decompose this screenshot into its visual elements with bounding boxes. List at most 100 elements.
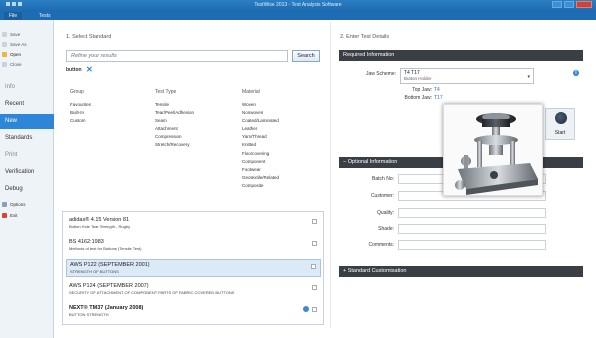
jaw-scheme-subtitle: Button Holder <box>404 76 432 81</box>
sidebar-item-recent[interactable]: Recent <box>0 97 54 112</box>
facet-item[interactable]: Custom <box>70 117 91 125</box>
result-title: NEXT® TM37 (January 2008) <box>69 305 144 311</box>
facet-item[interactable]: Nonwoven <box>242 109 279 117</box>
top-jaw-link[interactable]: T4 <box>434 87 440 93</box>
facet-item[interactable]: Built-In <box>70 109 91 117</box>
sidebar-open[interactable]: Open <box>2 51 21 58</box>
comments-field[interactable] <box>398 240 546 250</box>
window-title: TestWise 2013 - Test Analysis Software <box>254 2 342 8</box>
search-button[interactable]: Search <box>292 50 320 62</box>
quality-field[interactable] <box>398 208 546 218</box>
facet-header-group: Group <box>70 89 84 95</box>
sidebar-save[interactable]: Save <box>2 31 20 38</box>
close-file-icon <box>2 62 7 67</box>
chevron-down-icon: ▾ <box>527 74 530 80</box>
title-bar: TestWise 2013 - Test Analysis Software <box>0 0 596 11</box>
facet-item[interactable]: Footwear <box>242 166 279 174</box>
result-subtitle: Button Hole Tear Strength - Rugby <box>69 224 131 229</box>
sidebar-item-standards[interactable]: Standards <box>0 131 54 146</box>
sidebar-item-info[interactable]: Info <box>0 80 54 95</box>
facet-item[interactable]: Component <box>242 158 279 166</box>
result-item[interactable]: NEXT® TM37 (January 2008) BUTTON STRENGT… <box>66 303 321 319</box>
facet-item[interactable]: Favourites <box>70 101 91 109</box>
result-subtitle: STRENGTH OF BUTTONS <box>70 269 119 274</box>
result-item-selected[interactable]: AWS P122 (SEPTEMBER 2001) STRENGTH OF BU… <box>66 259 321 277</box>
panel-divider <box>330 22 331 327</box>
jaw-scheme-select[interactable]: T4 T17 Button Holder ▾ <box>400 68 534 84</box>
sidebar-close[interactable]: Close <box>2 61 22 68</box>
filter-tag: button <box>66 67 82 73</box>
facet-item[interactable]: Seam <box>155 117 194 125</box>
shade-label: Shade: <box>378 226 394 232</box>
facet-item[interactable]: Floorcovering <box>242 150 279 158</box>
start-icon <box>555 112 567 124</box>
jaw-scheme-label: Jaw Scheme: <box>365 71 396 77</box>
sidebar-save-as[interactable]: Save As <box>2 41 27 48</box>
batch-no-label: Batch No: <box>372 176 394 182</box>
facet-list-test-type: Tensile Tear/Peel/Adhesion Seam Attachme… <box>155 101 194 150</box>
facet-item[interactable]: Composite <box>242 182 279 190</box>
facet-item[interactable]: Stretch/Recovery <box>155 141 194 149</box>
result-item[interactable]: adidas® 4.15 Version 81 Button Hole Tear… <box>66 215 321 231</box>
comments-label: Comments: <box>368 242 394 248</box>
facet-list-group: Favourites Built-In Custom <box>70 101 91 125</box>
maximize-button[interactable] <box>564 1 574 8</box>
enter-test-details-title: 2. Enter Test Details <box>340 34 390 40</box>
ribbon-tabs: File Tests <box>0 11 596 20</box>
quality-label: Quality: <box>377 210 394 216</box>
top-jaw-label: Top Jaw: <box>412 87 432 93</box>
app-window: TestWise 2013 - Test Analysis Software F… <box>0 0 596 338</box>
result-subtitle: BUTTON STRENGTH <box>69 312 109 317</box>
backstage-sidebar: Save Save As Open Close Info Recent New … <box>0 20 54 338</box>
sidebar-options[interactable]: Options <box>2 201 26 208</box>
shade-field[interactable] <box>398 224 546 234</box>
facet-item[interactable]: Leather <box>242 125 279 133</box>
exit-icon <box>2 213 7 218</box>
favourite-checkbox[interactable] <box>312 307 317 312</box>
start-button[interactable]: Start <box>545 108 575 140</box>
facet-item[interactable]: Yarn/Thread <box>242 133 279 141</box>
facet-header-test-type: Test Type <box>155 89 177 95</box>
result-item[interactable]: AWS P124 (SEPTEMBER 2007) SECURITY OF AT… <box>66 281 321 297</box>
favourite-checkbox[interactable] <box>311 264 316 269</box>
sidebar-item-new[interactable]: New <box>0 114 54 129</box>
facet-item[interactable]: Coated/Laminated <box>242 117 279 125</box>
favourite-checkbox[interactable] <box>312 285 317 290</box>
sidebar-item-print[interactable]: Print <box>0 148 54 163</box>
facet-item[interactable]: Tear/Peel/Adhesion <box>155 109 194 117</box>
save-icon <box>2 32 7 37</box>
facet-item[interactable]: Attachment <box>155 125 194 133</box>
jaw-fixture-image <box>443 104 543 196</box>
result-item[interactable]: BS 4162:1983 Methods of test for Buttons… <box>66 237 321 253</box>
result-subtitle: SECURITY OF ATTACHMENT OF COMPONENT PART… <box>69 290 235 295</box>
facet-item[interactable]: Compression <box>155 133 194 141</box>
remove-filter-icon[interactable]: ✕ <box>86 66 93 74</box>
facet-item[interactable]: Tensile <box>155 101 194 109</box>
facet-item[interactable]: Knitted <box>242 141 279 149</box>
result-title: adidas® 4.15 Version 81 <box>69 217 130 223</box>
result-title: AWS P122 (SEPTEMBER 2001) <box>70 262 150 268</box>
start-label: Start <box>554 130 566 136</box>
facet-item[interactable]: Geotextile/Related <box>242 174 279 182</box>
search-input[interactable] <box>66 50 288 62</box>
standard-customisation-bar[interactable]: + Standard Customisation <box>339 266 583 277</box>
info-icon[interactable]: i <box>573 70 579 76</box>
sidebar-exit[interactable]: Exit <box>2 212 18 219</box>
facet-item[interactable]: Woven <box>242 101 279 109</box>
sidebar-item-verification[interactable]: Verification <box>0 165 54 180</box>
customer-label: Customer: <box>370 193 394 199</box>
minimize-button[interactable] <box>552 1 562 8</box>
favourite-checkbox[interactable] <box>312 241 317 246</box>
results-list: adidas® 4.15 Version 81 Button Hole Tear… <box>62 211 324 325</box>
options-icon <box>2 202 7 207</box>
facet-header-material: Material <box>242 89 260 95</box>
tab-file[interactable]: File <box>4 12 23 20</box>
bottom-jaw-link[interactable]: T17 <box>434 95 443 101</box>
favourite-checkbox[interactable] <box>312 219 317 224</box>
custom-standard-icon <box>303 306 309 312</box>
result-title: AWS P124 (SEPTEMBER 2007) <box>69 283 149 289</box>
sidebar-item-debug[interactable]: Debug <box>0 182 54 197</box>
bottom-jaw-label: Bottom Jaw: <box>404 95 432 101</box>
close-button[interactable] <box>576 1 592 8</box>
tab-tests[interactable]: Tests <box>34 12 56 20</box>
